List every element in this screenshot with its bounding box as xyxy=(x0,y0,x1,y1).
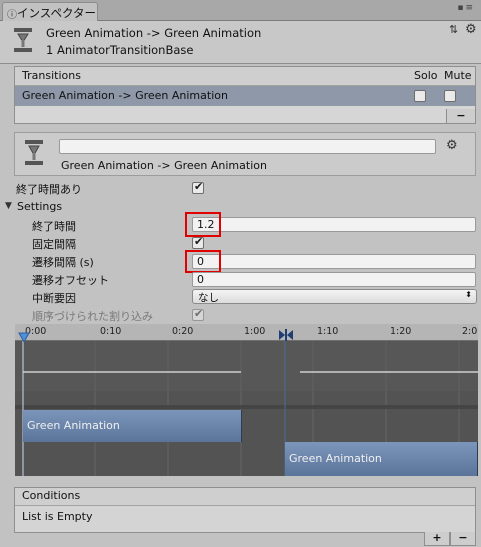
transition-duration-label: 遷移間隔 (s) xyxy=(32,256,94,269)
mute-checkbox[interactable] xyxy=(444,90,456,102)
conditions-title: Conditions xyxy=(22,489,81,502)
transitions-list: Transitions Solo Mute Green Animation ->… xyxy=(14,66,476,124)
transitions-title: Transitions xyxy=(22,69,81,82)
conditions-list: Conditions List is Empty xyxy=(14,487,476,533)
highlight-box xyxy=(185,250,221,273)
remove-condition-button[interactable]: − xyxy=(450,532,476,546)
transition-marker-icon[interactable] xyxy=(277,329,295,341)
has-exit-time-label: 終了時間あり xyxy=(16,183,82,196)
chevron-updown-icon: ⬍ xyxy=(465,290,472,299)
interruption-source-label: 中断要因 xyxy=(32,292,76,305)
solo-header: Solo xyxy=(414,69,438,82)
lock-icon[interactable]: ▪≡ xyxy=(457,3,475,13)
transition-offset-label: 遷移オフセット xyxy=(32,274,109,287)
tick-label: 1:10 xyxy=(317,326,339,337)
clip-bar-source[interactable]: Green Animation xyxy=(23,410,242,442)
dropdown-value: なし xyxy=(198,292,219,304)
timeline-ruler: 0:00 0:10 0:20 1:00 1:10 1:20 2:0 xyxy=(15,324,478,341)
conditions-header: Conditions xyxy=(15,488,475,506)
conditions-empty-text: List is Empty xyxy=(22,510,93,523)
transition-row[interactable]: Green Animation -> Green Animation xyxy=(15,86,475,106)
transition-row-label: Green Animation -> Green Animation xyxy=(22,89,228,102)
tick-label: 0:20 xyxy=(172,326,194,337)
transition-caption: Green Animation -> Green Animation xyxy=(61,159,267,172)
clip-bar-destination[interactable]: Green Animation xyxy=(285,442,478,476)
tick-label: 1:20 xyxy=(390,326,412,337)
playhead-marker-icon[interactable] xyxy=(18,331,30,343)
transition-offset-field[interactable]: 0 xyxy=(192,272,476,287)
remove-transition-button[interactable]: − xyxy=(446,109,476,124)
tick-label: 0:10 xyxy=(100,326,122,337)
gear-icon[interactable]: ⚙ xyxy=(465,22,477,37)
transition-duration-field[interactable]: 0 xyxy=(192,254,476,269)
transition-icon xyxy=(25,140,43,165)
transition-panel: ⚙ Green Animation -> Green Animation xyxy=(14,132,476,176)
fixed-duration-label: 固定間隔 xyxy=(32,238,76,251)
mute-header: Mute xyxy=(444,69,472,82)
exit-time-field[interactable]: 1.2 xyxy=(192,217,476,232)
gear-icon[interactable]: ⚙ xyxy=(446,138,458,153)
info-icon: ⓘ xyxy=(7,10,17,21)
transition-icon xyxy=(14,28,32,52)
tick-label: 1:00 xyxy=(244,326,266,337)
exit-time-label: 終了時間 xyxy=(32,220,76,233)
inspector-header: Green Animation -> Green Animation 1 Ani… xyxy=(0,21,481,64)
tab-bar: ⓘ インスペクター ▪≡ xyxy=(0,0,481,21)
preset-icon[interactable]: ⇅ xyxy=(449,23,458,36)
header-title: Green Animation -> Green Animation xyxy=(46,26,262,40)
highlight-box xyxy=(185,212,221,237)
foldout-arrow-icon[interactable]: ▼ xyxy=(5,201,12,211)
ordered-interruption-checkbox xyxy=(192,307,204,321)
interruption-source-dropdown[interactable]: なし ⬍ xyxy=(192,289,477,304)
transition-timeline[interactable]: 0:00 0:10 0:20 1:00 1:10 1:20 2:0 Green … xyxy=(15,324,478,476)
solo-checkbox[interactable] xyxy=(414,90,426,102)
tab-inspector[interactable]: ⓘ インスペクター xyxy=(2,2,98,21)
has-exit-time-checkbox[interactable] xyxy=(192,180,204,194)
tick-label: 2:0 xyxy=(462,326,478,337)
ordered-interruption-label: 順序づけられた割り込み xyxy=(32,310,153,323)
header-subtitle: 1 AnimatorTransitionBase xyxy=(46,43,194,57)
transition-name-field[interactable] xyxy=(59,139,436,154)
add-condition-button[interactable]: + xyxy=(424,532,450,546)
tab-label: インスペクター xyxy=(17,6,97,20)
fixed-duration-checkbox[interactable] xyxy=(192,235,204,249)
transitions-header: Transitions Solo Mute xyxy=(15,67,475,86)
settings-label[interactable]: Settings xyxy=(17,200,62,213)
